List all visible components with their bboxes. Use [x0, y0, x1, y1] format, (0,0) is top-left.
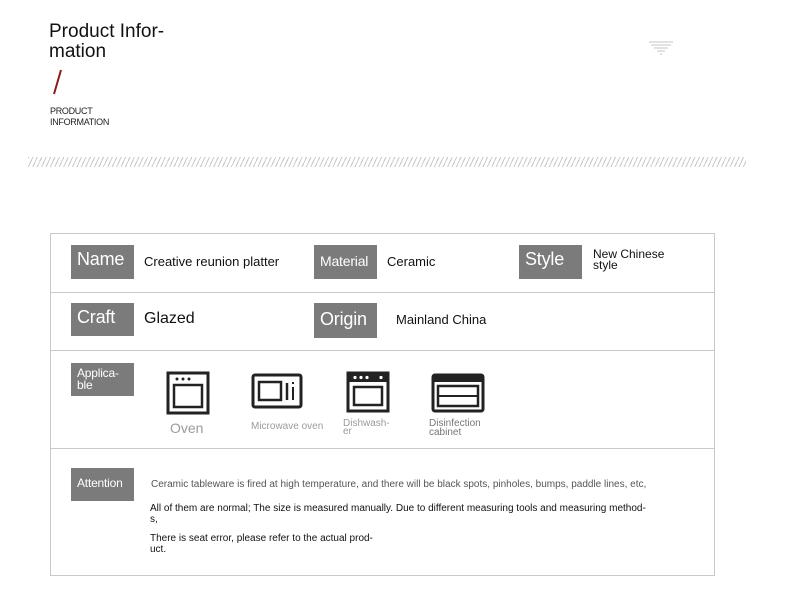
oven-caption: Oven [170, 420, 204, 436]
applicable-item-disinfection-cabinet: Disinfection cabinet [429, 373, 501, 443]
applicable-label: Applica- ble [71, 363, 134, 396]
table-row-applicable: Applica- ble Oven Microwave oven Dishwas… [51, 351, 714, 449]
table-row-name-material-style: Name Creative reunion platter Material C… [51, 234, 714, 293]
disinfection-cabinet-icon [431, 373, 485, 413]
material-value: Ceramic [387, 254, 436, 269]
microwave-icon [251, 373, 303, 409]
attention-line-1: Ceramic tableware is fired at high tempe… [151, 479, 647, 490]
attention-line-3: There is seat error, please refer to the… [150, 533, 373, 555]
attention-label: Attention [71, 468, 134, 501]
craft-value: Glazed [144, 310, 195, 327]
style-label: Style [519, 245, 582, 279]
origin-value: Mainland China [396, 312, 487, 327]
material-label: Material [314, 245, 377, 279]
funnel-lines-icon [649, 41, 673, 55]
style-value: New Chinese style [593, 247, 665, 272]
red-slash-divider [53, 69, 62, 95]
table-row-attention: Attention Ceramic tableware is fired at … [51, 449, 714, 577]
microwave-caption: Microwave oven [251, 421, 324, 432]
disinfection-cabinet-caption: Disinfection cabinet [429, 418, 481, 438]
applicable-item-dishwasher: Dishwash- er [343, 371, 396, 441]
dishwasher-icon [346, 371, 390, 413]
attention-line-2: All of them are normal; The size is meas… [150, 503, 646, 525]
name-label: Name [71, 245, 134, 279]
name-value: Creative reunion platter [144, 254, 280, 269]
product-info-table: Name Creative reunion platter Material C… [50, 233, 715, 576]
table-row-craft-origin: Craft Glazed Origin Mainland China [51, 293, 714, 351]
craft-label: Craft [71, 303, 134, 336]
applicable-item-microwave: Microwave oven [251, 373, 336, 438]
oven-icon [166, 371, 210, 415]
origin-label: Origin [314, 303, 377, 338]
dishwasher-caption: Dishwash- er [343, 418, 390, 437]
applicable-item-oven: Oven [166, 371, 226, 436]
page-title: Product Infor- mation [49, 21, 165, 62]
page-subtitle: PRODUCT INFORMATION [50, 106, 110, 127]
hatched-divider [28, 157, 746, 167]
